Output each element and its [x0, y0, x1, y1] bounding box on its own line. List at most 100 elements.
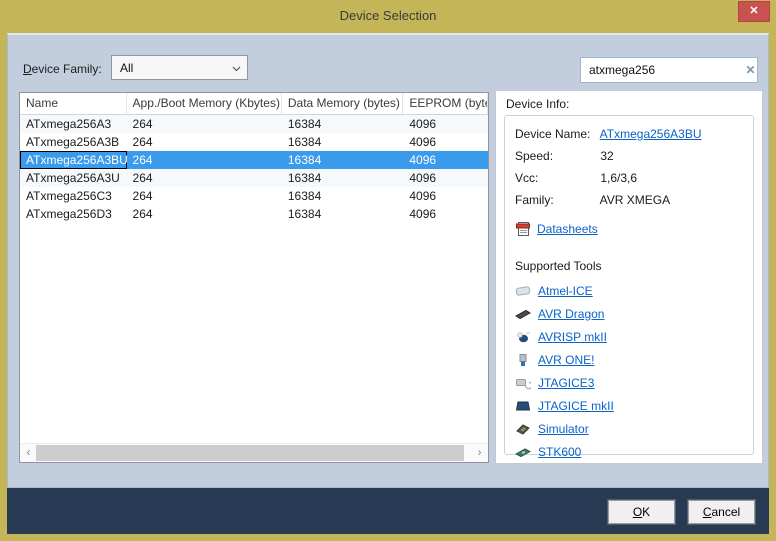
jtagice-mkii-icon — [515, 398, 531, 414]
eeprom-cell: 4096 — [403, 169, 488, 187]
table-row[interactable]: ATxmega256A3U 264 16384 4096 — [20, 169, 488, 187]
table-row[interactable]: ATxmega256A3 264 16384 4096 — [20, 115, 488, 133]
device-info-title: Device Info: — [506, 97, 569, 111]
eeprom-cell: 4096 — [403, 187, 488, 205]
device-family-selected-value: All — [112, 61, 225, 75]
app-boot-memory-cell: 264 — [127, 151, 282, 169]
search-input[interactable] — [581, 63, 744, 77]
tool-item: Simulator — [515, 417, 753, 440]
eeprom-cell: 4096 — [403, 115, 488, 133]
cancel-button[interactable]: Cancel — [688, 500, 755, 524]
tool-link[interactable]: AVRISP mkII — [538, 330, 607, 344]
data-memory-cell: 16384 — [282, 115, 403, 133]
tool-item: JTAGICE mkII — [515, 394, 753, 417]
clear-search-icon[interactable]: ✕ — [744, 63, 757, 77]
app-boot-memory-cell: 264 — [127, 133, 282, 151]
supported-tools-title: Supported Tools — [515, 259, 753, 273]
device-selection-dialog: Device Selection ✕ Device Family: All ✕ … — [0, 0, 776, 541]
tool-item: Atmel-ICE — [515, 279, 753, 302]
chevron-down-icon — [225, 61, 247, 75]
scrollbar-thumb[interactable] — [36, 445, 464, 461]
tool-item: AVR Dragon — [515, 302, 753, 325]
avr-one-icon — [515, 352, 531, 368]
tool-item: AVR ONE! — [515, 348, 753, 371]
app-boot-memory-cell: 264 — [127, 187, 282, 205]
device-search-box: ✕ — [580, 57, 758, 83]
datasheets-row: Datasheets — [515, 219, 753, 239]
device-family-label: Device Family: — [23, 62, 102, 76]
device-name-row: Device Name: ATxmega256A3BU — [515, 123, 753, 145]
data-memory-cell: 16384 — [282, 187, 403, 205]
ok-button[interactable]: OK — [608, 500, 675, 524]
device-name-link[interactable]: ATxmega256A3BU — [600, 127, 702, 141]
device-info-panel: Device Info: Device Name: ATxmega256A3BU… — [495, 90, 763, 464]
column-header-data-memory[interactable]: Data Memory (bytes) — [282, 93, 403, 114]
tool-item: AVRISP mkII — [515, 325, 753, 348]
table-row-selected[interactable]: ATxmega256A3BU 264 16384 4096 — [20, 151, 488, 169]
supported-tools-list: Atmel-ICE AVR Dragon AVRISP mkII — [515, 279, 753, 463]
horizontal-scrollbar[interactable]: ‹ › — [20, 443, 488, 462]
family-row: Family: AVR XMEGA — [515, 189, 753, 211]
column-header-eeprom[interactable]: EEPROM (bytes) — [403, 93, 488, 114]
device-family-dropdown[interactable]: All — [111, 55, 248, 80]
tool-link[interactable]: AVR Dragon — [538, 307, 604, 321]
eeprom-cell: 4096 — [403, 133, 488, 151]
table-row[interactable]: ATxmega256A3B 264 16384 4096 — [20, 133, 488, 151]
close-icon: ✕ — [749, 5, 758, 17]
title-bar: Device Selection ✕ — [0, 0, 776, 33]
footer-bar: OK Cancel — [7, 488, 769, 534]
datasheets-link[interactable]: Datasheets — [537, 222, 598, 236]
family-label: Family: — [515, 189, 597, 211]
vcc-value: 1,6/3,6 — [600, 171, 637, 185]
window-title: Device Selection — [0, 0, 776, 31]
data-memory-cell: 16384 — [282, 205, 403, 223]
app-boot-memory-cell: 264 — [127, 115, 282, 133]
family-value: AVR XMEGA — [600, 193, 670, 207]
close-button[interactable]: ✕ — [738, 1, 770, 22]
column-header-app-boot-memory[interactable]: App./Boot Memory (Kbytes) — [127, 93, 282, 114]
tool-item: JTAGICE3 — [515, 371, 753, 394]
tool-item: STK600 — [515, 440, 753, 463]
speed-label: Speed: — [515, 145, 597, 167]
tool-link[interactable]: JTAGICE mkII — [538, 399, 614, 413]
avr-dragon-icon — [515, 306, 531, 322]
scroll-left-icon[interactable]: ‹ — [20, 444, 37, 462]
device-name-cell: ATxmega256A3U — [20, 169, 127, 187]
tool-link[interactable]: AVR ONE! — [538, 353, 594, 367]
app-boot-memory-cell: 264 — [127, 169, 282, 187]
device-name-label: Device Name: — [515, 123, 597, 145]
data-memory-cell: 16384 — [282, 169, 403, 187]
vcc-label: Vcc: — [515, 167, 597, 189]
table-row[interactable]: ATxmega256D3 264 16384 4096 — [20, 205, 488, 223]
device-info-fields: Device Name: ATxmega256A3BU Speed: 32 Vc… — [505, 116, 753, 211]
eeprom-cell: 4096 — [403, 151, 488, 169]
device-name-cell: ATxmega256D3 — [20, 205, 127, 223]
ok-button-label: OK — [609, 501, 674, 523]
avrisp-mkii-icon — [515, 329, 531, 345]
tool-link[interactable]: Simulator — [538, 422, 589, 436]
tool-link[interactable]: STK600 — [538, 445, 581, 459]
jtagice3-icon — [515, 375, 531, 391]
tool-link[interactable]: Atmel-ICE — [538, 284, 593, 298]
data-memory-cell: 16384 — [282, 151, 403, 169]
atmel-ice-icon — [515, 283, 531, 299]
device-table-header: Name App./Boot Memory (Kbytes) Data Memo… — [20, 93, 488, 115]
scroll-right-icon[interactable]: › — [471, 444, 488, 462]
simulator-icon — [515, 421, 531, 437]
speed-row: Speed: 32 — [515, 145, 753, 167]
speed-value: 32 — [600, 149, 613, 163]
device-info-box: Device Name: ATxmega256A3BU Speed: 32 Vc… — [504, 115, 754, 455]
column-header-name[interactable]: Name — [20, 93, 127, 114]
device-table: Name App./Boot Memory (Kbytes) Data Memo… — [19, 92, 489, 463]
app-boot-memory-cell: 264 — [127, 205, 282, 223]
stk600-icon — [515, 444, 531, 460]
vcc-row: Vcc: 1,6/3,6 — [515, 167, 753, 189]
pdf-document-icon — [515, 221, 531, 237]
tool-link[interactable]: JTAGICE3 — [538, 376, 594, 390]
dialog-content: Device Family: All ✕ Name App./Boot Memo… — [7, 33, 769, 488]
table-row[interactable]: ATxmega256C3 264 16384 4096 — [20, 187, 488, 205]
device-name-cell: ATxmega256A3BU — [20, 151, 127, 169]
device-name-cell: ATxmega256A3 — [20, 115, 127, 133]
device-name-cell: ATxmega256A3B — [20, 133, 127, 151]
data-memory-cell: 16384 — [282, 133, 403, 151]
